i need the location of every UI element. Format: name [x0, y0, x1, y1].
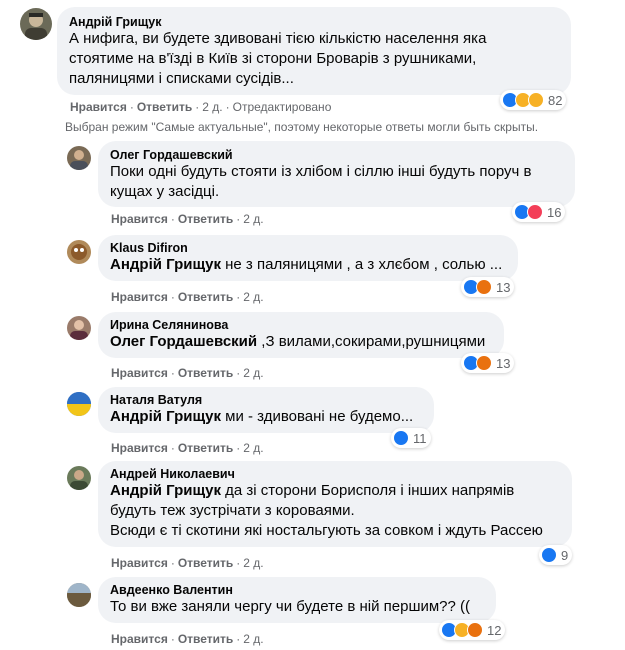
reaction-summary[interactable]: 11 [391, 428, 431, 448]
reply-bubble: Klaus Difiron Андрій Грищук не з паляниц… [98, 235, 518, 281]
like-button[interactable]: Нравится [111, 290, 168, 304]
profile-photo [70, 320, 88, 340]
timestamp[interactable]: 2 д. [243, 212, 263, 226]
reaction-count: 13 [496, 279, 511, 295]
profile-photo [70, 470, 88, 490]
avatar[interactable] [67, 146, 91, 170]
comment-text: Поки одні будуть стояти із хлібом і сілл… [110, 163, 532, 200]
reply-button[interactable]: Ответить [178, 556, 233, 570]
timestamp[interactable]: 2 д. [243, 290, 263, 304]
comment-actions: Нравится · Ответить · 2 д. [111, 556, 264, 570]
reply-bubble: Наталя Ватуля Андрій Грищук ми - здивова… [98, 387, 434, 433]
reply-button[interactable]: Ответить [178, 290, 233, 304]
timestamp[interactable]: 2 д. [243, 366, 263, 380]
comment-author[interactable]: Олег Гордашевский [110, 148, 563, 162]
reaction-summary[interactable]: 82 [500, 90, 567, 110]
reaction-summary[interactable]: 13 [461, 277, 515, 297]
comment-author[interactable]: Андрей Николаевич [110, 467, 560, 481]
like-button[interactable]: Нравится [111, 441, 168, 455]
comment-author[interactable]: Ирина Селянинова [110, 318, 492, 332]
avatar[interactable] [67, 583, 91, 607]
reply-button[interactable]: Ответить [178, 441, 233, 455]
reaction-count: 11 [413, 430, 427, 446]
replies-hidden-notice: Выбран режим "Самые актуальные", поэтому… [65, 120, 539, 134]
comment-actions: Нравится · Ответить · 2 д. · Отредактировано [70, 100, 332, 114]
love-icon [527, 204, 543, 220]
sad-icon [528, 92, 544, 108]
reaction-summary[interactable]: 9 [539, 545, 573, 565]
comment-actions: Нравится · Ответить · 2 д. [111, 632, 264, 646]
mention-tag[interactable]: Андрій Грищук [110, 408, 221, 425]
angry-icon [476, 279, 492, 295]
reply-bubble: Ирина Селянинова Олег Гордашевский ,З ви… [98, 312, 504, 358]
profile-photo [71, 244, 87, 260]
edited-label: Отредактировано [232, 100, 332, 114]
profile-photo [25, 13, 47, 40]
angry-icon [476, 355, 492, 371]
angry-icon [467, 622, 483, 638]
reaction-count: 82 [548, 92, 563, 108]
reply-bubble: Андрей Николаевич Андрій Грищук да зі ст… [98, 461, 572, 547]
reaction-summary[interactable]: 16 [512, 202, 566, 222]
mention-tag[interactable]: Олег Гордашевский [110, 333, 257, 350]
like-button[interactable]: Нравится [111, 366, 168, 380]
comment-actions: Нравится · Ответить · 2 д. [111, 366, 264, 380]
reply-bubble: Олег Гордашевский Поки одні будуть стоят… [98, 141, 575, 207]
profile-photo [67, 583, 91, 607]
comment-text: Андрій Грищук ми - здивовані не будемо..… [110, 408, 414, 425]
reaction-count: 13 [496, 355, 511, 371]
like-button[interactable]: Нравится [111, 556, 168, 570]
comment-actions: Нравится · Ответить · 2 д. [111, 441, 264, 455]
timestamp[interactable]: 2 д. [243, 441, 263, 455]
reaction-count: 16 [547, 204, 562, 220]
avatar[interactable] [20, 8, 52, 40]
reaction-count: 12 [487, 622, 502, 638]
timestamp[interactable]: 2 д. [243, 632, 263, 646]
reaction-summary[interactable]: 13 [461, 353, 515, 373]
profile-photo [67, 392, 91, 416]
reply-button[interactable]: Ответить [178, 366, 233, 380]
reaction-summary[interactable]: 12 [439, 620, 506, 640]
comment-text: Андрій Грищук да зі сторони Борисполя і … [110, 482, 543, 539]
timestamp[interactable]: 2 д. [243, 556, 263, 570]
mention-tag[interactable]: Андрій Грищук [110, 482, 221, 499]
avatar[interactable] [67, 466, 91, 490]
comment-text: То ви вже заняли чергу чи будете в ній п… [110, 598, 471, 615]
reply-button[interactable]: Ответить [178, 632, 233, 646]
comment-author[interactable]: Наталя Ватуля [110, 393, 422, 407]
like-icon [541, 547, 557, 563]
timestamp[interactable]: 2 д. [202, 100, 222, 114]
comment-actions: Нравится · Ответить · 2 д. [111, 290, 264, 304]
avatar[interactable] [67, 240, 91, 264]
like-button[interactable]: Нравится [70, 100, 127, 114]
avatar[interactable] [67, 392, 91, 416]
comment-text: Андрій Грищук не з паляницями , а з хлєб… [110, 256, 503, 273]
reaction-count: 9 [561, 547, 569, 563]
mention-tag[interactable]: Андрій Грищук [110, 256, 221, 273]
comment-author[interactable]: Авдеенко Валентин [110, 583, 484, 597]
reply-button[interactable]: Ответить [178, 212, 233, 226]
comment-author[interactable]: Klaus Difiron [110, 241, 506, 255]
comment-actions: Нравится · Ответить · 2 д. [111, 212, 264, 226]
like-button[interactable]: Нравится [111, 212, 168, 226]
profile-photo [70, 150, 88, 170]
avatar[interactable] [67, 316, 91, 340]
reply-button[interactable]: Ответить [137, 100, 192, 114]
reply-bubble: Авдеенко Валентин То ви вже заняли чергу… [98, 577, 496, 623]
comment-text: Олег Гордашевский ,З вилами,сокирами,руш… [110, 333, 486, 350]
comment-author[interactable]: Андрій Грищук [69, 15, 559, 29]
comment-text: А нифига, ви будете здивовані тією кільк… [69, 30, 487, 87]
like-button[interactable]: Нравится [111, 632, 168, 646]
comment-bubble: Андрій Грищук А нифига, ви будете здивов… [57, 7, 571, 95]
like-icon [393, 430, 409, 446]
